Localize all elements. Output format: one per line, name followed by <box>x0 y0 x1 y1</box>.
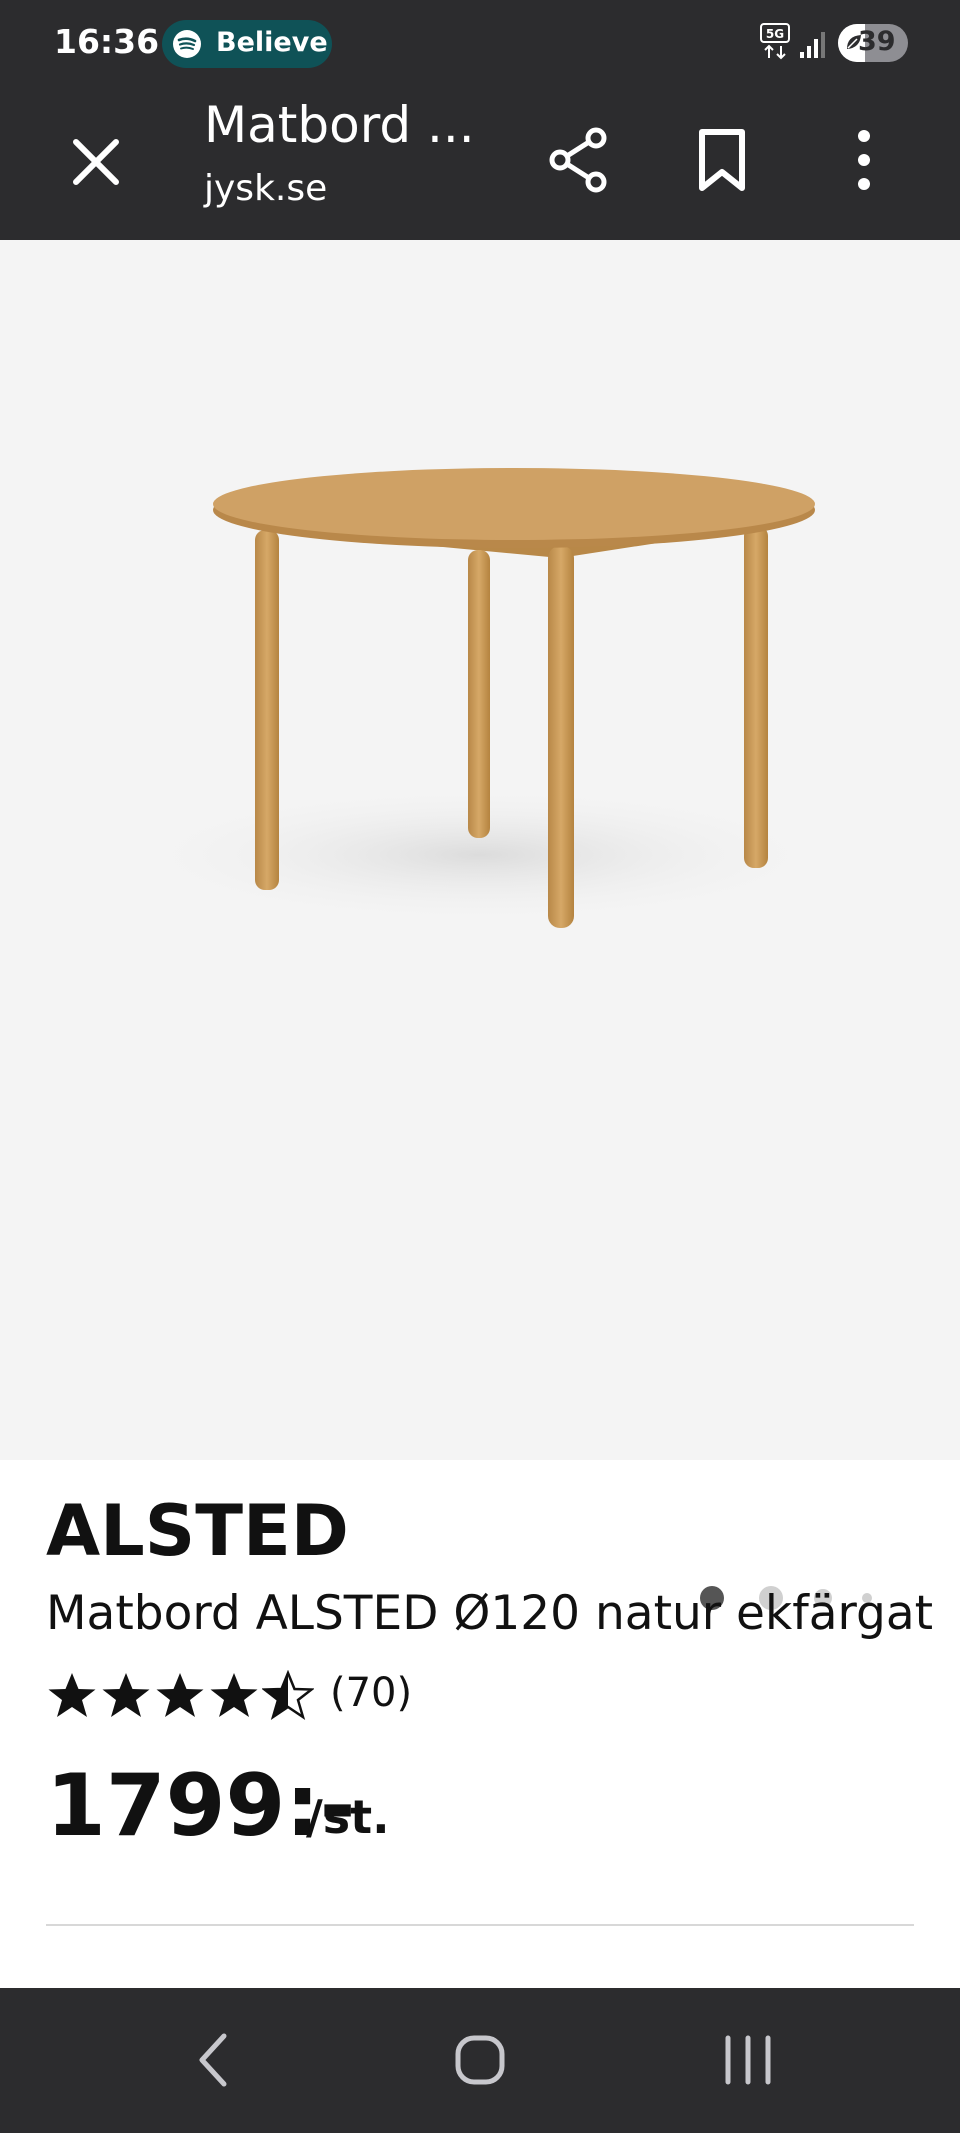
product-rating[interactable]: (70) <box>46 1670 446 1730</box>
custom-tab-toolbar: Matbord ... jysk.se <box>0 88 960 240</box>
dining-table-image <box>120 468 840 928</box>
battery-percentage: 39 <box>858 26 896 57</box>
spotify-icon <box>173 30 201 58</box>
system-navigation-bar <box>0 1988 960 2133</box>
signal-strength-icon <box>800 32 825 58</box>
recent-apps-icon[interactable] <box>712 2024 784 2096</box>
star-filled-icon <box>102 1673 150 1717</box>
star-filled-icon <box>48 1673 96 1717</box>
section-divider <box>46 1924 914 1926</box>
price-unit: /st. <box>306 1790 390 1844</box>
star-half-icon <box>262 1670 314 1720</box>
star-filled-icon <box>156 1673 204 1717</box>
status-bar: 16:36 Believe 5G 39 <box>0 0 960 88</box>
bookmark-icon[interactable] <box>684 122 760 198</box>
network-label: 5G <box>766 27 784 41</box>
page-domain: jysk.se <box>204 168 328 209</box>
product-brand: ALSTED <box>46 1490 349 1572</box>
product-image-carousel[interactable] <box>0 240 960 1610</box>
more-options-icon[interactable] <box>826 122 902 198</box>
spotify-track-label: Believe <box>216 27 328 58</box>
spotify-now-playing-pill[interactable]: Believe <box>162 20 332 68</box>
product-name: Matbord ALSTED Ø120 natur ekfärgat <box>46 1586 934 1641</box>
home-icon[interactable] <box>444 2024 516 2096</box>
status-time: 16:36 <box>54 22 160 61</box>
share-icon[interactable] <box>540 122 616 198</box>
back-icon[interactable] <box>180 2024 252 2096</box>
network-5g-icon: 5G <box>760 23 790 60</box>
page-title: Matbord ... <box>204 96 475 154</box>
rating-count[interactable]: (70) <box>330 1670 412 1716</box>
close-icon[interactable] <box>60 126 132 198</box>
star-filled-icon <box>210 1673 258 1717</box>
battery-indicator: 39 <box>838 24 908 62</box>
